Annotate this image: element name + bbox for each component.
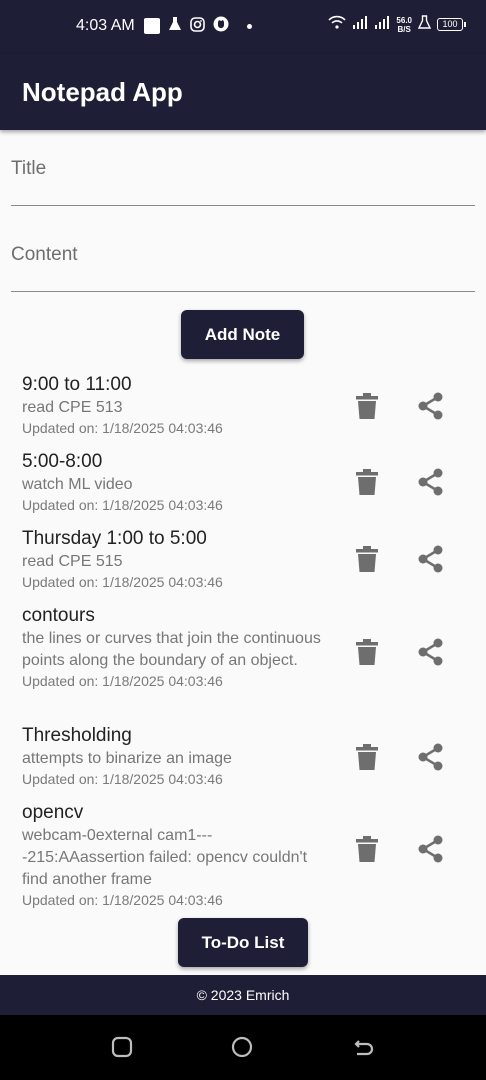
note-updated: Updated on: 1/18/2025 04:03:46 — [22, 892, 223, 908]
note-content: attempts to binarize an image — [22, 750, 232, 767]
system-icons: 56.0 B/S 100 — [328, 15, 466, 34]
note-item[interactable]: Thresholding attempts to binarize an ima… — [22, 724, 322, 788]
note-item[interactable]: contours the lines or curves that join t… — [22, 604, 332, 690]
app-title: Notepad App — [22, 77, 183, 107]
wifi-icon — [328, 15, 347, 34]
share-icon[interactable] — [417, 743, 445, 771]
note-updated: Updated on: 1/18/2025 04:03:46 — [22, 497, 223, 513]
footer: © 2023 Emrich — [0, 975, 486, 1015]
note-item[interactable]: opencv webcam-0external cam1----215:AAas… — [22, 801, 332, 909]
github-icon — [213, 16, 229, 36]
title-field[interactable] — [11, 158, 475, 206]
status-time: 4:03 AM — [76, 17, 135, 34]
title-input[interactable] — [11, 158, 475, 180]
note-title: contours — [22, 605, 95, 626]
network-speed: 56.0 B/S — [396, 16, 412, 34]
note-content: read CPE 515 — [22, 553, 123, 570]
share-icon[interactable] — [417, 835, 445, 863]
note-title: 5:00-8:00 — [22, 451, 103, 472]
app-bar: Notepad App — [0, 54, 486, 130]
add-note-button[interactable]: Add Note — [181, 310, 304, 359]
battery-indicator: 100 — [437, 18, 466, 31]
note-item[interactable]: 9:00 to 11:00 read CPE 513 Updated on: 1… — [22, 373, 322, 437]
trash-icon[interactable] — [356, 393, 378, 419]
trash-icon[interactable] — [356, 639, 378, 665]
back-icon[interactable] — [353, 1036, 375, 1058]
trash-icon[interactable] — [356, 744, 378, 770]
note-updated: Updated on: 1/18/2025 04:03:46 — [22, 420, 223, 436]
trash-icon[interactable] — [356, 546, 378, 572]
battery-tip — [464, 22, 466, 27]
share-icon[interactable] — [417, 468, 445, 496]
trash-icon[interactable] — [356, 836, 378, 862]
note-updated: Updated on: 1/18/2025 04:03:46 — [22, 574, 223, 590]
note-content: webcam-0external cam1----215:AAassertion… — [22, 827, 308, 888]
content-input[interactable] — [11, 244, 475, 266]
note-updated: Updated on: 1/18/2025 04:03:46 — [22, 771, 223, 787]
battery-level: 100 — [437, 18, 463, 31]
note-title: Thresholding — [22, 725, 132, 746]
network-speed-value: 56.0 — [396, 15, 412, 25]
share-icon[interactable] — [417, 638, 445, 666]
status-bar: 4:03 AM 56.0 B/S 100 — [0, 0, 486, 54]
note-content: watch ML video — [22, 476, 133, 493]
note-item[interactable]: 5:00-8:00 watch ML video Updated on: 1/1… — [22, 450, 322, 514]
system-nav-bar — [0, 1015, 486, 1080]
note-item[interactable]: Thursday 1:00 to 5:00 read CPE 515 Updat… — [22, 527, 322, 591]
network-speed-unit: B/S — [397, 24, 411, 34]
todo-list-button[interactable]: To-Do List — [178, 918, 308, 967]
signal-icon-2 — [374, 15, 390, 34]
share-icon[interactable] — [417, 545, 445, 573]
note-content: read CPE 513 — [22, 399, 123, 416]
note-content: the lines or curves that join the contin… — [22, 630, 321, 669]
note-title: Thursday 1:00 to 5:00 — [22, 528, 207, 549]
recents-icon[interactable] — [111, 1036, 133, 1058]
signal-icon — [352, 15, 368, 34]
notification-icons — [144, 16, 252, 36]
home-icon[interactable] — [231, 1036, 253, 1058]
flask-status-icon — [417, 15, 432, 34]
notification-square-icon — [144, 18, 160, 34]
flask-icon — [168, 16, 182, 36]
content-field[interactable] — [11, 244, 475, 292]
note-title: opencv — [22, 802, 84, 823]
instagram-icon — [190, 16, 205, 36]
trash-icon[interactable] — [356, 469, 378, 495]
footer-copyright: © 2023 Emrich — [196, 987, 290, 1003]
note-title: 9:00 to 11:00 — [22, 374, 132, 395]
note-updated: Updated on: 1/18/2025 04:03:46 — [22, 673, 223, 689]
share-icon[interactable] — [417, 392, 445, 420]
more-notifications-dot — [247, 23, 252, 29]
